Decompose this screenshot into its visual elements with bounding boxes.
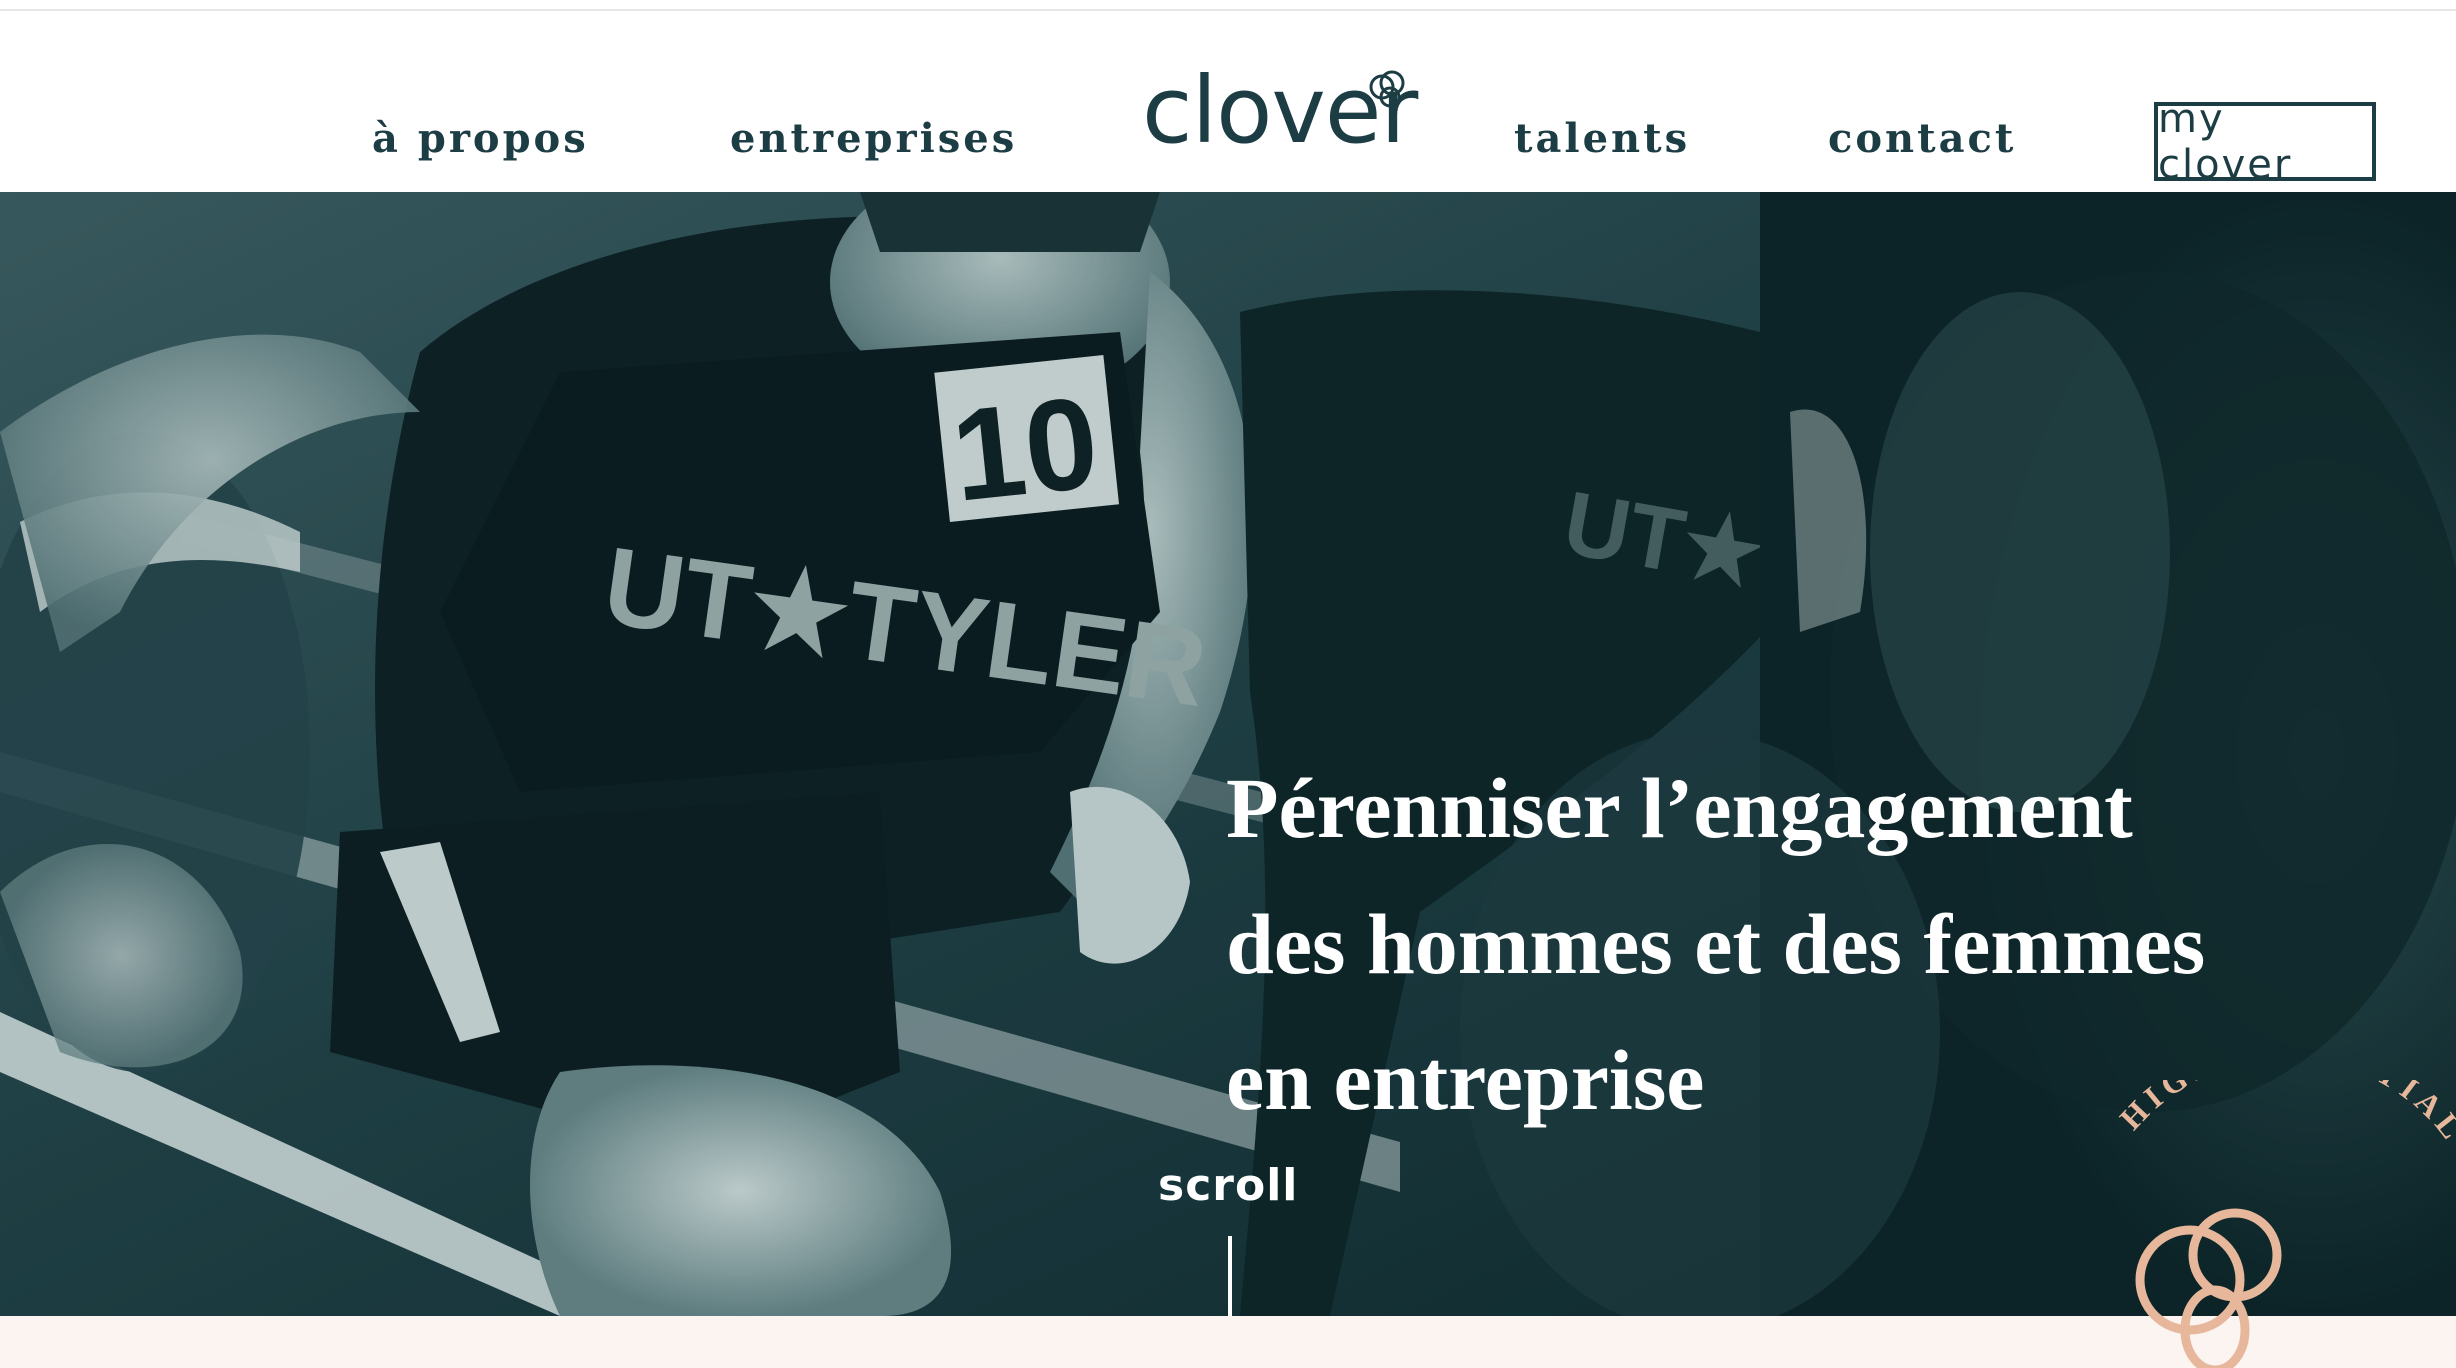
site-header: à propos entreprises clover talents cont… bbox=[0, 11, 2456, 192]
headline-line-1: Pérenniser l’engagement bbox=[1226, 760, 2133, 856]
my-clover-button[interactable]: my clover bbox=[2154, 96, 2376, 188]
badge-text: HIGH POTENTIAL AG bbox=[2112, 1080, 2456, 1212]
clover-logo[interactable]: clover bbox=[1142, 61, 1422, 161]
nav-apropos[interactable]: à propos bbox=[372, 115, 589, 162]
nav-contact[interactable]: contact bbox=[1828, 115, 2016, 162]
nav-talents[interactable]: talents bbox=[1514, 115, 1690, 162]
top-rule bbox=[0, 0, 2456, 11]
headline-line-2: des hommes et des femmes bbox=[1226, 896, 2206, 992]
high-potential-badge: HIGH POTENTIAL AG bbox=[2112, 1080, 2456, 1368]
nav-entreprises[interactable]: entreprises bbox=[730, 115, 1017, 162]
svg-text:HIGH POTENTIAL AG: HIGH POTENTIAL AG bbox=[2112, 1080, 2456, 1212]
badge-clover-icon bbox=[2135, 1208, 2282, 1368]
scroll-indicator-line bbox=[1228, 1236, 1232, 1316]
clover-mark-icon bbox=[1369, 70, 1405, 108]
scroll-indicator-label[interactable]: scroll bbox=[1158, 1160, 1298, 1211]
